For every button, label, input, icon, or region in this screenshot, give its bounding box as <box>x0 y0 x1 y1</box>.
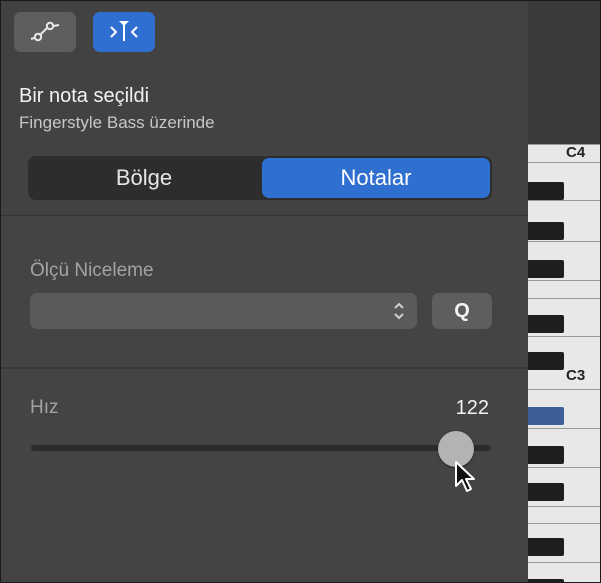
section-divider <box>1 367 528 369</box>
black-key[interactable] <box>528 446 564 464</box>
automation-curve-icon <box>30 21 60 42</box>
quantize-button[interactable]: Q <box>432 293 492 329</box>
quantize-label: Ölçü Niceleme <box>30 260 154 281</box>
note-inspector-icon <box>110 21 138 41</box>
black-key[interactable] <box>528 222 564 240</box>
note-inspector-panel: Bir nota seçildi Fingerstyle Bass üzerin… <box>0 0 601 583</box>
mouse-pointer-icon <box>455 461 475 492</box>
black-key[interactable] <box>528 352 564 370</box>
black-key[interactable] <box>528 483 564 501</box>
velocity-label: Hız <box>30 397 59 418</box>
header-divider <box>1 215 528 216</box>
black-key[interactable] <box>528 538 564 556</box>
quantize-select[interactable] <box>30 293 417 329</box>
black-key[interactable] <box>528 579 564 582</box>
velocity-value: 122 <box>455 397 489 419</box>
velocity-slider[interactable] <box>31 445 491 451</box>
selection-title: Bir nota seçildi <box>19 85 150 107</box>
track-subtitle: Fingerstyle Bass üzerinde <box>19 113 215 132</box>
octave-label-c3: C3 <box>566 367 586 384</box>
selected-black-key[interactable] <box>528 407 564 425</box>
tab-notes[interactable]: Notalar <box>262 158 490 198</box>
chevron-updown-icon <box>394 302 404 320</box>
black-key[interactable] <box>528 182 564 200</box>
piano-keyboard[interactable]: C4 C3 <box>528 1 600 582</box>
octave-label-c4: C4 <box>566 144 586 161</box>
tab-region[interactable]: Bölge <box>30 158 258 198</box>
black-key[interactable] <box>528 260 564 278</box>
automation-button[interactable] <box>14 12 76 52</box>
note-inspector-button[interactable] <box>93 12 155 52</box>
region-notes-toggle: Bölge Notalar <box>28 156 492 200</box>
black-key[interactable] <box>528 315 564 333</box>
